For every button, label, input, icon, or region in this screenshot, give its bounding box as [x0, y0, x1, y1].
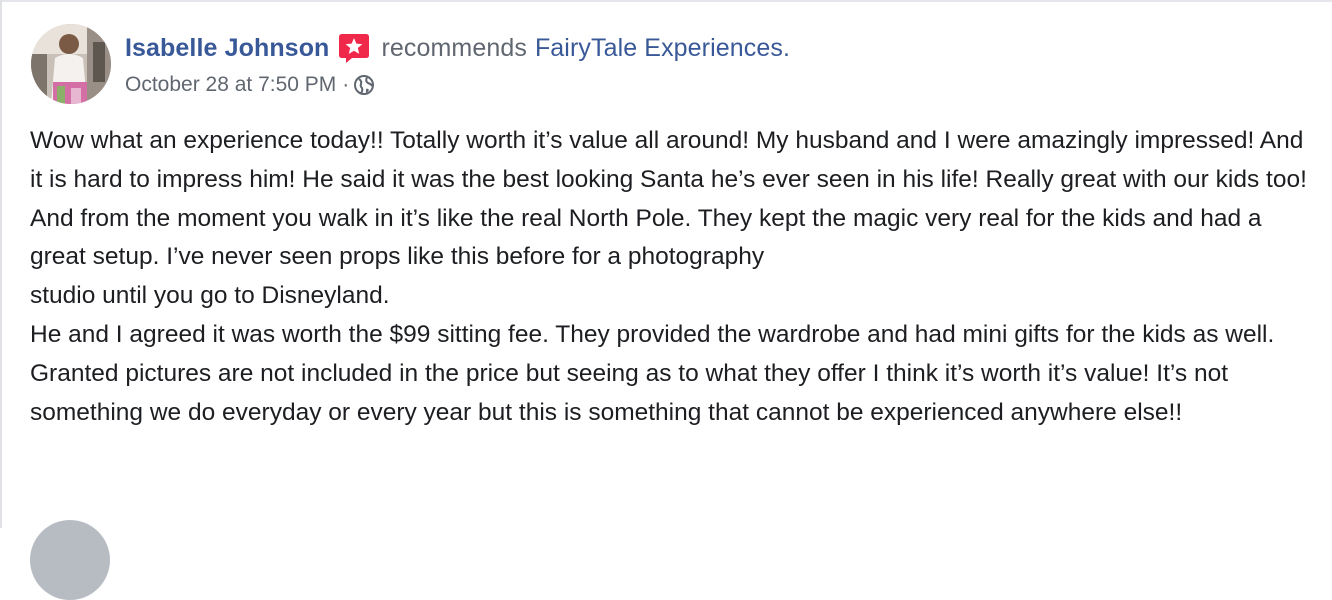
author-name-link[interactable]: Isabelle Johnson	[125, 34, 329, 63]
author-avatar[interactable]	[31, 24, 111, 104]
next-post-avatar[interactable]	[30, 520, 110, 600]
meta-separator: ·	[342, 73, 350, 96]
post-paragraph: Wow what an experience today!! Totally w…	[30, 127, 1307, 271]
post-header-line: Isabelle Johnson recommends FairyTale Ex…	[125, 30, 790, 66]
action-text: recommends	[381, 33, 527, 62]
timestamp-link[interactable]: October 28 at 7:50 PM	[125, 73, 336, 97]
recommendation-star-icon	[337, 31, 371, 65]
card-top-border	[0, 0, 1332, 2]
globe-icon[interactable]	[353, 74, 375, 96]
post-meta: October 28 at 7:50 PM ·	[125, 70, 375, 100]
page-name-link[interactable]: FairyTale Experiences.	[535, 34, 790, 63]
post-paragraph: He and I agreed it was worth the $99 sit…	[30, 320, 1275, 426]
post-body: Wow what an experience today!! Totally w…	[30, 122, 1320, 432]
review-post-card: Isabelle Johnson recommends FairyTale Ex…	[0, 0, 1332, 600]
post-paragraph: studio until you go to Disneyland.	[30, 282, 390, 310]
card-left-border	[0, 0, 2, 528]
